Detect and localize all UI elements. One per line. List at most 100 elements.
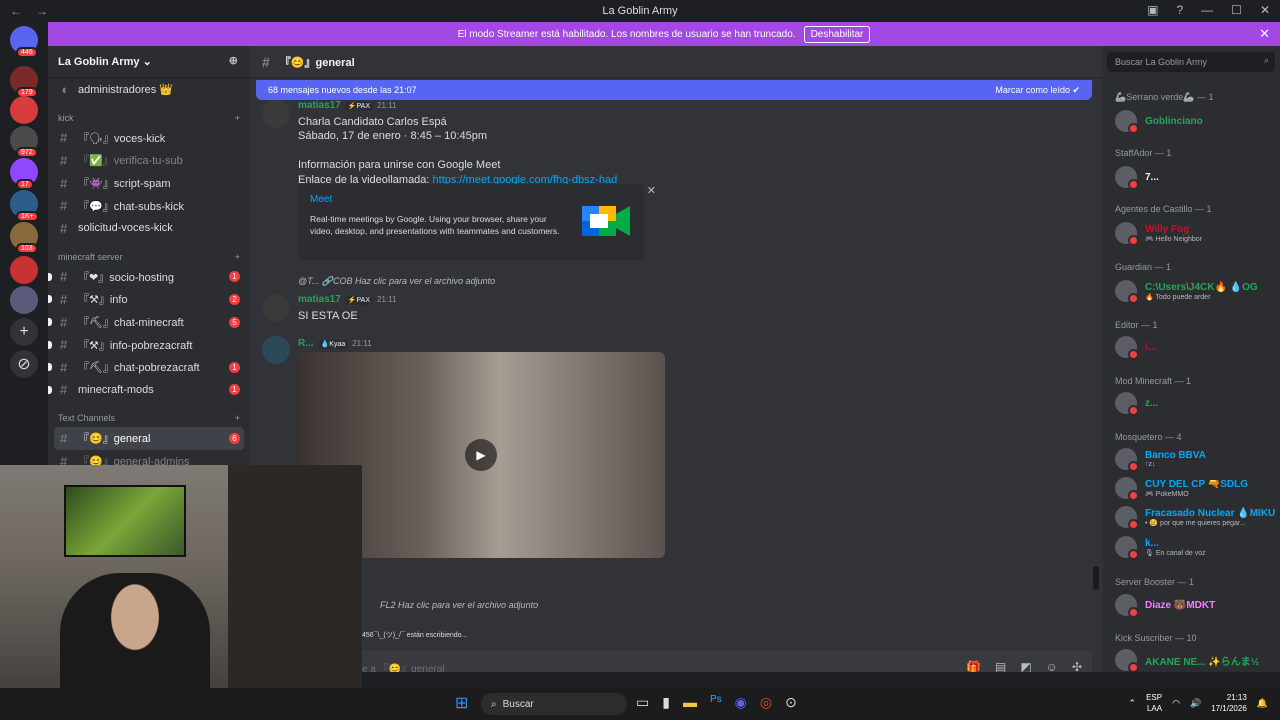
member-item[interactable]: CUY DEL CP 🔫SDLG 🎮 PokeMMO	[1115, 477, 1248, 501]
clock[interactable]: 21:13 17/1/2026	[1211, 692, 1247, 714]
streamer-mode-banner: El modo Streamer está habilitado. Los no…	[48, 22, 1280, 46]
server-icon[interactable]	[10, 256, 38, 284]
reply-preview[interactable]: @T... 🔗COB Haz clic para ver el archivo …	[298, 276, 495, 287]
member-item[interactable]: Fracasado Nuclear 💧MIKU • 😢 por que me qu…	[1115, 506, 1275, 530]
wifi-icon[interactable]: ◠	[1172, 698, 1180, 709]
member-item[interactable]: k... 🎙 En canal de voz	[1115, 536, 1206, 560]
maximize-icon[interactable]: ☐	[1231, 3, 1242, 17]
category-kick[interactable]: kick +	[48, 109, 250, 127]
channel-item-active[interactable]: # 『😊』general 6	[54, 427, 244, 450]
avatar[interactable]	[262, 294, 290, 322]
member-item[interactable]: Banco BBVA ↑z↓	[1115, 448, 1206, 472]
discord-icon[interactable]: ◉	[735, 694, 747, 711]
gif-icon[interactable]: ▤	[995, 660, 1006, 672]
server-icon[interactable]	[10, 286, 38, 314]
app-icon[interactable]: ▮	[662, 694, 670, 711]
input-placeholder: e a 『😊』general	[362, 663, 445, 673]
channel-item[interactable]: # 『👾』script-spam	[48, 172, 250, 195]
username[interactable]: matias17	[298, 294, 341, 305]
channel-item[interactable]: # 『⚒』info 2	[48, 288, 250, 311]
windows-start-icon[interactable]: ⊞	[455, 696, 471, 712]
channel-item[interactable]: # 『⛏』chat-pobrezacraft 1	[48, 356, 250, 379]
reply-preview[interactable]: FL2 Haz clic para ver el archivo adjunto	[380, 600, 538, 610]
member-item[interactable]: AKANE NE... ✨らんま½	[1115, 649, 1259, 672]
close-window-icon[interactable]: ✕	[1260, 3, 1270, 17]
back-arrow-icon[interactable]: ←	[10, 4, 22, 18]
username[interactable]: R...	[298, 338, 314, 349]
member-item[interactable]: 7...	[1115, 166, 1159, 190]
channel-item[interactable]: # minecraft-mods 1	[48, 379, 250, 402]
apps-icon[interactable]: ✣	[1072, 660, 1082, 672]
channel-item[interactable]: # solicitud-voces-kick	[48, 217, 250, 240]
server-search-input[interactable]: Buscar La Goblin Army ⌕	[1107, 52, 1275, 72]
scrollbar[interactable]	[1093, 566, 1099, 590]
forward-arrow-icon[interactable]: →	[36, 4, 48, 18]
mention-badge: 2	[229, 293, 240, 305]
message-input[interactable]: e a 『😊』general 🎁 ▤ ◩ ☺ ✣	[262, 650, 1092, 672]
member-item[interactable]: C:\Users\J4CK🔥 💧OG 🔥 Todo puede arder	[1115, 280, 1258, 304]
discord-home-icon[interactable]: 446	[10, 26, 38, 58]
photoshop-icon[interactable]: Ps	[710, 694, 722, 711]
volume-icon[interactable]: 🔊	[1190, 698, 1201, 709]
channel-item[interactable]: # 『💬』chat-subs-kick	[48, 194, 250, 217]
guild-header[interactable]: La Goblin Army ⌄ ⊕	[48, 46, 250, 78]
notification-icon[interactable]: 🔔	[1257, 698, 1268, 709]
member-item[interactable]: Willy Fog 🎮 Hello Neighbor	[1115, 222, 1202, 246]
unread-indicator	[48, 385, 52, 394]
channel-item[interactable]: # 『✅』verifica-tu-sub	[48, 149, 250, 172]
message-line: Información para unirse con Google Meet	[298, 159, 501, 171]
plus-icon[interactable]: +	[235, 413, 240, 423]
server-icon[interactable]: 103	[10, 222, 38, 254]
hash-icon: #	[60, 359, 68, 375]
server-icon[interactable]	[10, 96, 38, 124]
member-item[interactable]: i...	[1115, 336, 1156, 360]
avatar[interactable]	[262, 336, 290, 364]
server-icon[interactable]: 17	[10, 158, 38, 190]
google-meet-logo-icon	[582, 206, 630, 236]
category-minecraft[interactable]: minecraft server +	[48, 248, 250, 266]
chrome-icon[interactable]: ◎	[760, 694, 772, 711]
channel-item[interactable]: # 『❤』socio-hosting 1	[48, 266, 250, 289]
help-icon[interactable]: ?	[1176, 3, 1183, 17]
app-icon[interactable]: ⊙	[785, 694, 797, 711]
channel-item[interactable]: # 『⚒』info-pobrezacraft	[48, 333, 250, 356]
member-item[interactable]: z...	[1115, 392, 1158, 416]
server-icon[interactable]: 179	[10, 66, 38, 98]
username[interactable]: matias17	[298, 100, 341, 111]
speaker-icon: ◖	[60, 81, 68, 97]
member-item[interactable]: Goblinciano	[1115, 110, 1203, 134]
close-icon[interactable]: ✕	[1259, 26, 1270, 42]
add-member-icon[interactable]: ⊕	[229, 54, 238, 67]
mention-badge: 103	[16, 243, 38, 254]
avatar	[1115, 536, 1139, 560]
add-server-icon[interactable]: +	[10, 318, 38, 346]
emoji-icon[interactable]: ☺	[1046, 660, 1058, 672]
disable-streamer-button[interactable]: Deshabilitar	[803, 25, 871, 43]
avatar[interactable]	[262, 100, 290, 128]
minimize-icon[interactable]: —	[1201, 3, 1213, 17]
plus-icon[interactable]: +	[235, 252, 240, 262]
mark-read-button[interactable]: Marcar como leído ✔	[995, 85, 1080, 96]
gift-icon[interactable]: 🎁	[966, 660, 981, 672]
server-icon[interactable]: 972	[10, 126, 38, 158]
member-item[interactable]: Diaze 🐻MDKT	[1115, 594, 1215, 618]
server-icon[interactable]: 1K+	[10, 190, 39, 222]
avatar	[1115, 110, 1139, 134]
taskbar-search[interactable]: ⌕ Buscar	[481, 693, 627, 715]
play-icon[interactable]: ▶	[465, 439, 497, 471]
explore-icon[interactable]: ⊘	[10, 350, 38, 378]
user-tag: ⚡PAX	[344, 296, 374, 305]
plus-icon[interactable]: +	[235, 113, 240, 123]
channel-item[interactable]: ◖ administradores 👑	[48, 78, 250, 101]
new-messages-bar[interactable]: 68 mensajes nuevos desde las 21:07 Marca…	[256, 80, 1092, 100]
inbox-icon[interactable]: ▣	[1147, 3, 1158, 17]
file-explorer-icon[interactable]: ▬	[683, 694, 697, 711]
task-view-icon[interactable]: ▭	[636, 694, 649, 711]
sticker-icon[interactable]: ◩	[1020, 660, 1031, 672]
channel-item[interactable]: # 『🗣』voces-kick	[48, 127, 250, 150]
language-indicator[interactable]: ESP LAA	[1146, 692, 1162, 714]
chevron-up-icon[interactable]: ⌃	[1129, 698, 1137, 709]
channel-item[interactable]: # 『⛏』chat-minecraft 5	[48, 311, 250, 334]
category-text-channels[interactable]: Text Channels +	[48, 409, 250, 427]
close-embed-icon[interactable]: ✕	[647, 184, 656, 197]
